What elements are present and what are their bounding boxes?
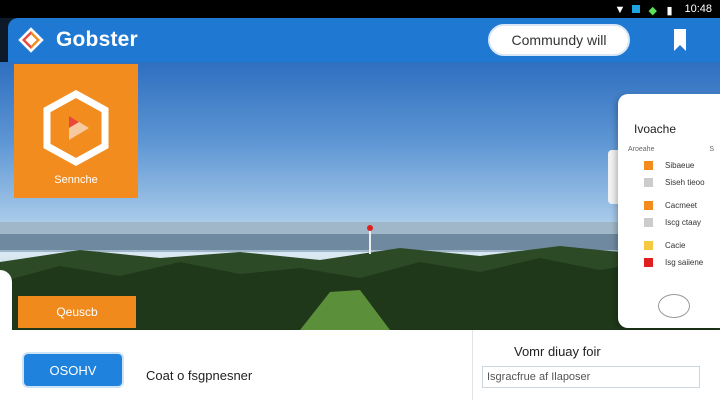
- gray-square-icon: [644, 218, 653, 227]
- wifi-icon: ◆: [648, 5, 657, 17]
- search-pill-button[interactable]: Commundy will: [488, 24, 630, 56]
- promo-caption: Sennche: [54, 174, 98, 186]
- list-item-label: Siseh tieoo: [665, 178, 705, 187]
- list-item-label: Cacie: [665, 241, 686, 250]
- bottom-caption: Coat o fsgpnesner: [146, 368, 253, 383]
- list-item-label: Sibaeue: [665, 161, 695, 170]
- left-edge-panel: [0, 270, 12, 330]
- hexagon-play-icon: [43, 90, 109, 166]
- phone-panel: Ivoache Aroeahe S Sibaeue Siseh tieoo Ca…: [618, 94, 720, 328]
- primary-button[interactable]: OSOHV: [24, 354, 122, 386]
- battery-icon: ▮: [666, 5, 673, 17]
- phone-title: Ivoache: [634, 122, 677, 136]
- divider: [472, 330, 473, 400]
- list-item-label: Iscg ctaay: [665, 218, 702, 227]
- app-bar: Gobster Commundy will: [8, 18, 720, 62]
- list-item[interactable]: Isg saiiene: [628, 258, 720, 267]
- app-logo-icon[interactable]: [18, 27, 44, 53]
- phone-bezel: [608, 150, 618, 204]
- list-item[interactable]: Cacie: [628, 241, 720, 250]
- app-title: Gobster: [56, 28, 138, 51]
- list-item-label: Isg saiiene: [665, 258, 704, 267]
- orange-square-icon: [644, 161, 653, 170]
- text-input[interactable]: [482, 366, 700, 388]
- bottom-panel: OSOHV Coat o fsgpnesner Vomr diuay foir: [0, 330, 720, 400]
- list-item[interactable]: Sibaeue: [628, 161, 720, 170]
- gray-square-icon: [644, 178, 653, 187]
- red-square-icon: [644, 258, 653, 267]
- home-button[interactable]: [658, 294, 690, 318]
- notification-icon: [632, 5, 641, 13]
- list-item[interactable]: Cacmeet: [628, 201, 720, 210]
- phone-header-left: Aroeahe: [628, 146, 655, 153]
- list-item[interactable]: Siseh tieoo: [628, 178, 720, 187]
- orange-square-icon: [644, 201, 653, 210]
- phone-header-right: S: [709, 146, 714, 153]
- bookmark-icon[interactable]: [672, 27, 688, 53]
- signal-icon: ▼: [614, 4, 626, 16]
- yellow-square-icon: [644, 241, 653, 250]
- field-label: Vomr diuay foir: [514, 344, 601, 359]
- promo-button[interactable]: Qeuscb: [18, 296, 136, 328]
- phone-header: Aroeahe S: [628, 146, 720, 153]
- promo-tile[interactable]: Sennche: [14, 64, 138, 198]
- status-time: 10:48: [684, 3, 712, 15]
- list-item[interactable]: Iscg ctaay: [628, 218, 720, 227]
- list-item-label: Cacmeet: [665, 201, 698, 210]
- status-bar: ▼ ◆ ▮ 10:48: [0, 0, 720, 18]
